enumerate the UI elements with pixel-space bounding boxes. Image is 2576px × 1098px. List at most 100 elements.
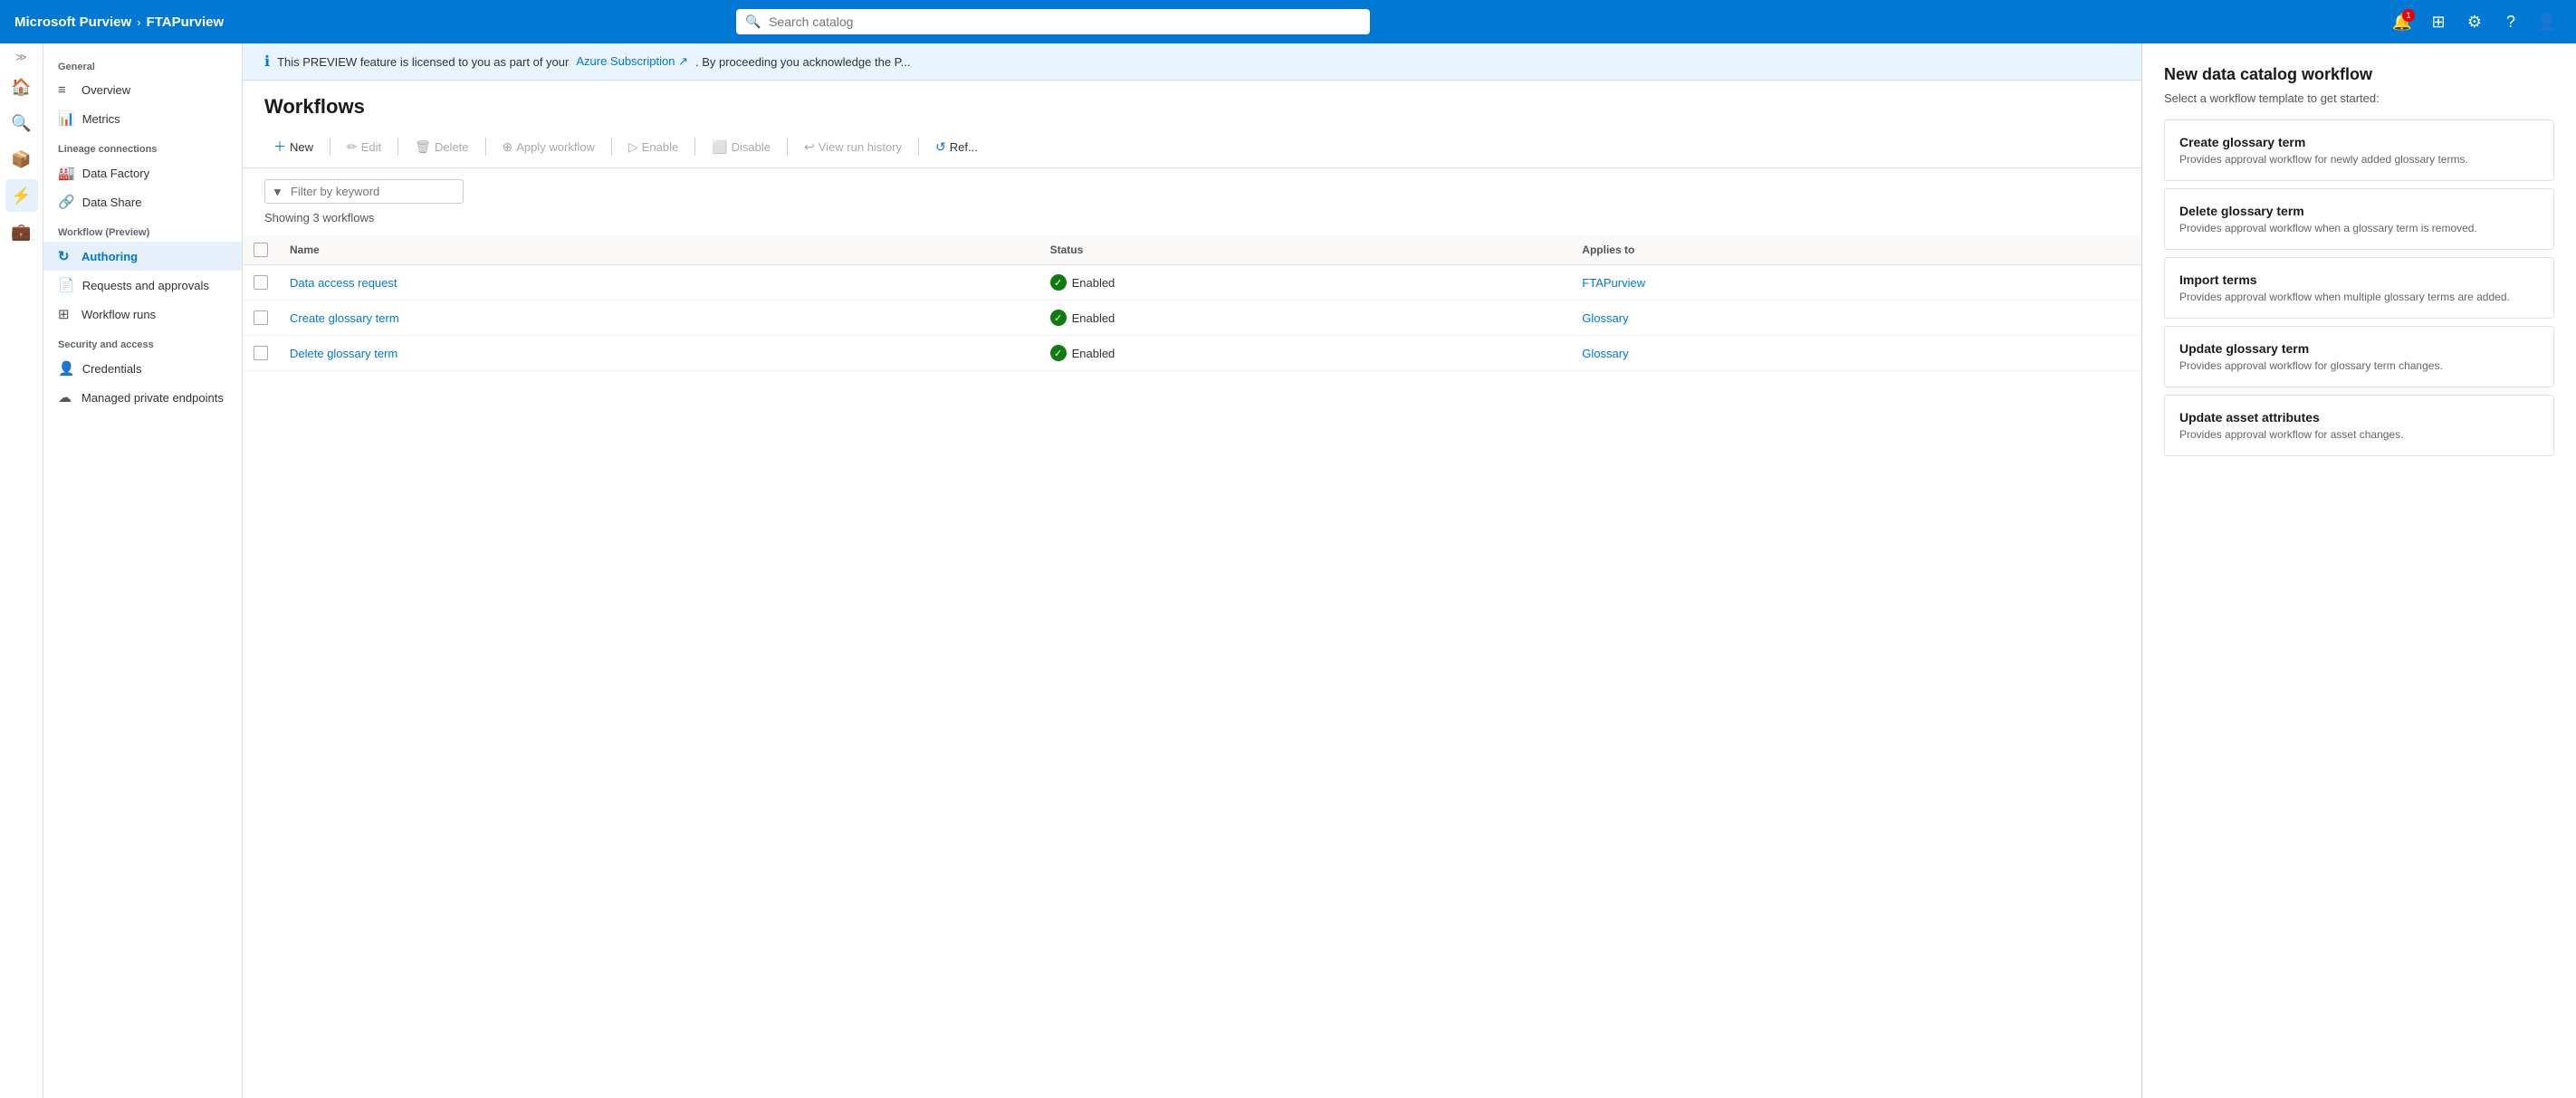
delete-label: Delete [435,140,469,154]
workflow-name-2[interactable]: Delete glossary term [290,347,397,360]
edit-label: Edit [361,140,381,154]
template-card-import-terms[interactable]: Import terms Provides approval workflow … [2164,257,2554,319]
tenant-name: FTAPurview [147,14,225,30]
disable-button[interactable]: ⬜ Disable [703,135,780,159]
general-section-label: General [43,51,242,76]
sidebar-item-data-factory[interactable]: 🏭 Data Factory [43,158,242,187]
filter-row: ▼ Showing 3 workflows [243,168,2141,235]
apply-workflow-button[interactable]: ⊕ Apply workflow [493,135,604,159]
topnav-actions: 🔔 1 ⊞ ⚙ ? 👤 [2388,7,2562,36]
view-run-history-label: View run history [819,140,902,154]
rail-home-button[interactable]: 🏠 [5,71,38,103]
expand-icon[interactable]: ≫ [15,51,27,63]
sidebar-item-data-share[interactable]: 🔗 Data Share [43,187,242,216]
toolbar-separator-6 [787,138,788,156]
brand-logo: Microsoft Purview › FTAPurview [14,14,224,30]
sidebar-label-authoring: Authoring [81,250,138,263]
sidebar-label-data-factory: Data Factory [82,167,149,180]
status-cell-1: ✓ Enabled [1050,310,1561,326]
rail-search-button[interactable]: 🔍 [5,107,38,139]
sidebar-item-overview[interactable]: ≡ Overview [43,76,242,104]
refresh-button[interactable]: ↺ Ref... [926,135,987,159]
status-dot-2: ✓ [1050,345,1067,361]
edit-button[interactable]: ✏ Edit [338,135,390,159]
row-checkbox-0[interactable] [254,275,268,290]
workflow-name-0[interactable]: Data access request [290,276,397,290]
template-desc-0: Provides approval workflow for newly add… [2179,153,2539,166]
template-title-0: Create glossary term [2179,135,2539,149]
enable-button[interactable]: ▷ Enable [619,135,687,159]
enable-label: Enable [642,140,678,154]
refresh-icon: ↺ [935,139,946,155]
right-panel-subtitle: Select a workflow template to get starte… [2164,91,2554,105]
template-desc-4: Provides approval workflow for asset cha… [2179,428,2539,441]
row-checkbox-1[interactable] [254,310,268,325]
search-bar: 🔍 [736,9,1370,34]
sidebar-label-managed-private: Managed private endpoints [81,391,224,405]
col-header-check [243,235,279,265]
search-input[interactable] [736,9,1370,34]
toolbar-separator-3 [485,138,486,156]
template-desc-3: Provides approval workflow for glossary … [2179,359,2539,372]
status-dot-1: ✓ [1050,310,1067,326]
main-content: ℹ This PREVIEW feature is licensed to yo… [243,43,2141,1098]
new-button[interactable]: ＋ New [264,133,322,160]
sidebar: General ≡ Overview 📊 Metrics Lineage con… [43,43,243,1098]
template-card-create-glossary-term[interactable]: Create glossary term Provides approval w… [2164,119,2554,181]
edit-icon: ✏ [347,139,358,155]
user-button[interactable]: 👤 [2533,7,2562,36]
sidebar-label-data-share: Data Share [82,196,142,209]
filter-icon: ▼ [272,185,283,198]
requests-icon: 📄 [58,277,75,293]
sidebar-item-metrics[interactable]: 📊 Metrics [43,104,242,133]
table-row: Create glossary term ✓ Enabled Glossary [243,301,2141,336]
disable-label: Disable [732,140,771,154]
sidebar-item-credentials[interactable]: 👤 Credentials [43,354,242,383]
data-factory-icon: 🏭 [58,165,75,181]
workflow-name-1[interactable]: Create glossary term [290,311,399,325]
applies-to-1[interactable]: Glossary [1582,311,1628,325]
filter-input[interactable] [264,179,464,204]
view-run-history-button[interactable]: ↩ View run history [795,135,911,159]
sidebar-label-overview: Overview [81,83,130,97]
template-card-update-asset-attributes[interactable]: Update asset attributes Provides approva… [2164,395,2554,456]
col-header-applies: Applies to [1571,235,2141,265]
delete-button[interactable]: 🗑 Delete [406,135,477,159]
workflow-section-label: Workflow (Preview) [43,216,242,242]
azure-subscription-link[interactable]: Azure Subscription ↗ [576,54,688,69]
status-dot-0: ✓ [1050,274,1067,291]
toolbar-separator-7 [918,138,919,156]
settings-button[interactable]: ⚙ [2460,7,2489,36]
sidebar-item-managed-private[interactable]: ☁ Managed private endpoints [43,383,242,412]
status-cell-2: ✓ Enabled [1050,345,1561,361]
credentials-icon: 👤 [58,360,75,377]
table-row: Data access request ✓ Enabled FTAPurview [243,265,2141,301]
info-banner: ℹ This PREVIEW feature is licensed to yo… [243,43,2141,81]
header-checkbox[interactable] [254,243,268,257]
info-text2: . By proceeding you acknowledge the P... [695,55,911,69]
help-button[interactable]: ? [2496,7,2525,36]
notification-button[interactable]: 🔔 1 [2388,7,2417,36]
toolbar-separator-2 [397,138,398,156]
rail-workflow-button[interactable]: ⚡ [5,179,38,212]
template-cards-container: Create glossary term Provides approval w… [2164,119,2554,456]
view-history-icon: ↩ [804,139,815,155]
template-title-3: Update glossary term [2179,341,2539,356]
sidebar-item-authoring[interactable]: ↻ Authoring [43,242,242,271]
row-checkbox-2[interactable] [254,346,268,360]
new-icon: ＋ [273,138,286,156]
filter-wrap: ▼ [264,179,464,204]
rail-briefcase-button[interactable]: 💼 [5,215,38,248]
apply-workflow-label: Apply workflow [516,140,595,154]
sidebar-item-requests-approvals[interactable]: 📄 Requests and approvals [43,271,242,300]
page-title: Workflows [243,81,2141,126]
notification-badge: 1 [2402,9,2415,22]
sidebar-item-workflow-runs[interactable]: ⊞ Workflow runs [43,300,242,329]
template-card-delete-glossary-term[interactable]: Delete glossary term Provides approval w… [2164,188,2554,250]
grid-button[interactable]: ⊞ [2424,7,2453,36]
applies-to-2[interactable]: Glossary [1582,347,1628,360]
applies-to-0[interactable]: FTAPurview [1582,276,1645,290]
rail-catalog-button[interactable]: 📦 [5,143,38,176]
template-card-update-glossary-term[interactable]: Update glossary term Provides approval w… [2164,326,2554,387]
authoring-icon: ↻ [58,248,74,264]
